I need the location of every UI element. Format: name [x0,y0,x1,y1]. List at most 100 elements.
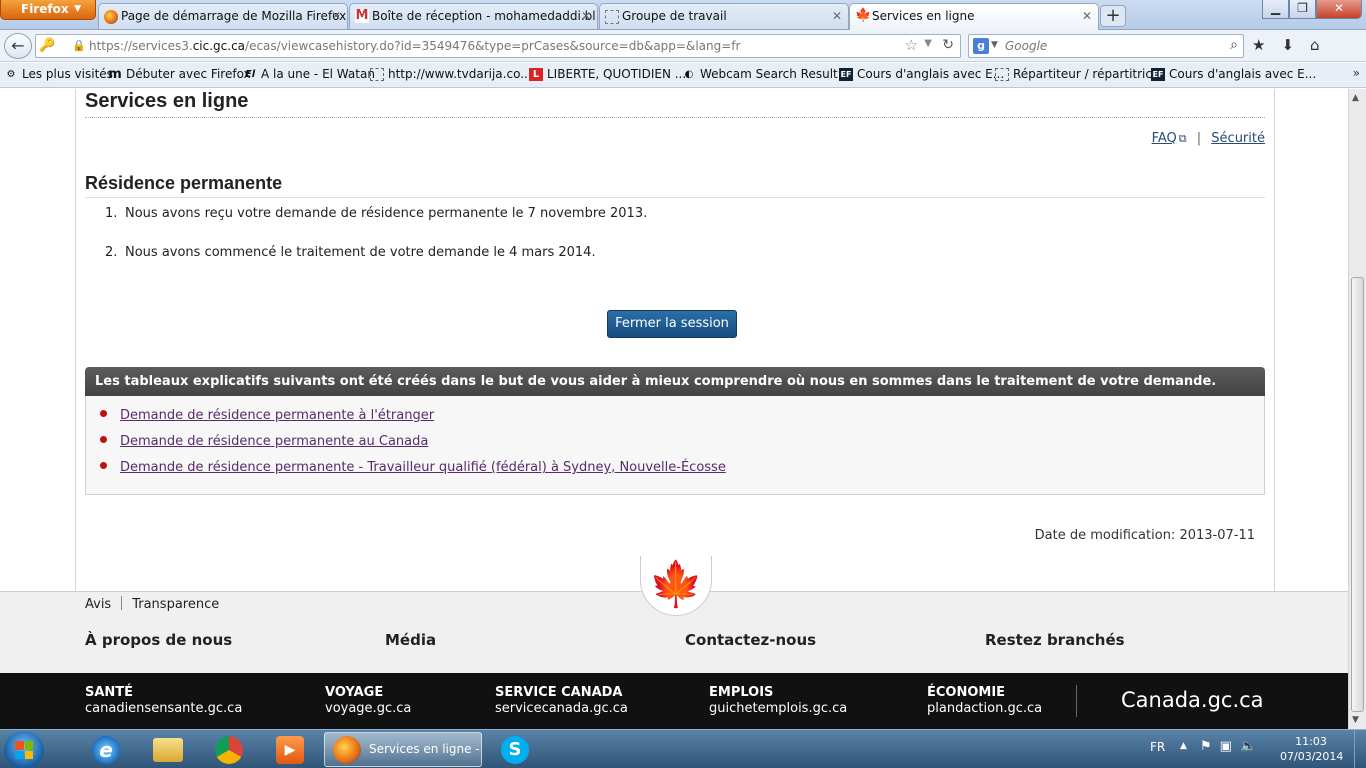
info-panel-header: Les tableaux explicatifs suivants ont ét… [85,367,1265,396]
guide-link-skilled-worker[interactable]: Demande de résidence permanente - Travai… [120,460,726,475]
footer-media-link[interactable]: Média [385,631,436,649]
close-icon[interactable]: ✕ [832,4,842,28]
canada-gc-ca-link[interactable]: Canada.gc.ca [1121,688,1264,712]
windows-taskbar: e ▶ Services en ligne - ... S FR ▲ ⚑▣🔈 1… [0,729,1366,768]
bookmark-item[interactable]: EF Cours d'anglais avec E... [839,67,1004,81]
bookmark-item[interactable]: EF Cours d'anglais avec E... [1151,67,1316,81]
chevron-down-icon[interactable]: ▼ [991,40,998,50]
bookmark-item[interactable]: ◐ Webcam Search Result... [682,67,850,81]
logout-button[interactable]: Fermer la session [607,310,737,338]
security-link[interactable]: Sécurité [1211,131,1265,146]
guide-link-abroad[interactable]: Demande de résidence permanente à l'étra… [120,408,434,423]
tab-firefox-start[interactable]: Page de démarrage de Mozilla Firefox ✕ [98,3,348,29]
new-tab-button[interactable]: + [1100,5,1126,27]
bookmark-item[interactable]: Répartiteur / répartitric... [995,67,1163,81]
scroll-down-icon[interactable]: ▼ [1352,715,1359,725]
scrollbar-thumb[interactable] [1351,277,1364,712]
search-icon[interactable]: ⌕ [1230,37,1238,53]
bookmark-item[interactable]: http://www.tvdarija.co... [370,67,532,81]
bookmark-item[interactable]: El A la une - El Watan [243,67,375,81]
divider [85,117,1265,118]
show-hidden-icons-icon[interactable]: ▲ [1180,741,1187,751]
footer-stay-connected-link[interactable]: Restez branchés [985,631,1125,649]
bookmark-item[interactable]: ⚙ Les plus visités [4,67,113,81]
system-clock[interactable]: 11:03 07/03/2014 [1280,734,1343,764]
bookmarks-toolbar: ⚙ Les plus visités m Débuter avec Firefox … [0,63,1366,88]
government-footer: SANTÉ canadiensensante.gc.ca VOYAGE voyage… [0,673,1348,729]
theme-link-travel[interactable]: VOYAGE voyage.gc.ca [325,685,411,716]
lock-icon: 🔒 [72,39,86,52]
network-icon[interactable]: ▣ [1220,739,1240,754]
tab-label: Services en ligne [872,9,975,23]
maximize-button[interactable]: ❐ [1289,0,1316,19]
theme-link-jobs[interactable]: EMPLOIS guichetemplois.gc.ca [709,685,847,716]
start-button[interactable] [4,731,44,768]
bookmark-star-icon[interactable]: ☆ [905,36,918,54]
downloads-icon[interactable]: ⬇ [1281,36,1294,54]
close-icon[interactable]: ✕ [1082,4,1092,28]
search-bar[interactable]: g ▼ Google ⌕ [968,34,1244,58]
bullet-icon [100,462,107,469]
info-panel: Demande de résidence permanente à l'étra… [85,396,1265,495]
back-button[interactable]: ← [4,33,32,59]
close-icon[interactable]: ✕ [581,4,591,28]
navigation-toolbar: ← 🔑 🔒 https://services3.cic.gc.ca/ecas/v… [0,30,1366,62]
guide-link-canada[interactable]: Demande de résidence permanente au Canad… [120,434,428,449]
home-icon[interactable]: ⌂ [1310,36,1320,54]
taskbar-firefox-window[interactable]: Services en ligne - ... [324,732,482,767]
blank-page-icon [370,68,384,81]
list-item: Demande de résidence permanente à l'étra… [100,408,726,434]
canada-leaf-badge: 🍁 [640,556,712,616]
minimize-button[interactable]: ▁ [1262,0,1289,19]
media-player-icon[interactable]: ▶ [262,733,318,767]
footer-contact-link[interactable]: Contactez-nous [685,631,816,649]
notices-link[interactable]: Avis [85,597,111,612]
volume-icon[interactable]: 🔈 [1240,739,1264,754]
show-desktop-button[interactable] [1354,730,1366,768]
chevron-down-icon: ▼ [74,4,81,14]
firefox-menu-button[interactable]: Firefox ▼ [0,0,96,20]
chrome-icon[interactable] [201,733,257,767]
file-explorer-icon[interactable] [140,733,196,767]
separator: | [1196,131,1202,146]
bookmark-item[interactable]: m Débuter avec Firefox [108,67,250,81]
window-close-button[interactable]: ✕ [1316,0,1362,19]
gmail-icon: M [355,8,369,23]
scroll-up-icon[interactable]: ▲ [1352,93,1359,103]
footer-about-link[interactable]: À propos de nous [85,631,232,649]
bullet-icon [100,436,107,443]
separator [121,596,123,610]
skype-icon[interactable]: S [487,733,543,767]
google-icon[interactable]: g [973,38,989,54]
bookmark-item[interactable]: L LIBERTE, QUOTIDIEN ... [529,67,686,81]
transparency-link[interactable]: Transparence [132,597,219,612]
bookmarks-menu-icon[interactable]: ★ [1252,36,1265,54]
theme-link-health[interactable]: SANTÉ canadiensensante.gc.ca [85,685,242,716]
close-icon[interactable]: ✕ [331,4,341,28]
faq-link[interactable]: FAQ [1152,131,1177,146]
history-dropdown-icon[interactable]: ▼ [924,38,932,49]
tab-services-en-ligne[interactable]: 🍁 Services en ligne ✕ [849,3,1099,31]
page-viewport: Services en ligne FAQ ⧉ | Sécurité Réside… [0,89,1348,729]
tab-groupe[interactable]: Groupe de travail ✕ [599,3,849,29]
reload-icon[interactable]: ↻ [942,37,954,53]
firefox-icon [333,736,361,764]
liberte-icon: L [529,68,543,81]
key-icon: 🔑 [39,38,56,53]
footer-small-links: Avis Transparence [85,596,219,612]
bookmarks-overflow-button[interactable]: » [1353,66,1360,80]
gear-icon: ⚙ [6,69,16,80]
tab-strip: Firefox ▼ Page de démarrage de Mozilla F… [0,0,1366,31]
action-center-flag-icon[interactable]: ⚑ [1200,739,1220,754]
case-status-list: 1. Nous avons reçu votre demande de résid… [105,206,647,284]
internet-explorer-icon[interactable]: e [78,733,134,767]
theme-link-economy[interactable]: ÉCONOMIE plandaction.gc.ca [927,685,1042,716]
divider [85,197,1265,198]
address-bar[interactable]: 🔑 🔒 https://services3.cic.gc.ca/ecas/vie… [35,34,961,58]
page-scrollbar[interactable]: ▲ ▼ [1348,89,1366,729]
tab-gmail[interactable]: M Boîte de réception - mohamedaddi.bl...… [349,3,598,29]
theme-link-service-canada[interactable]: SERVICE CANADA servicecanada.gc.ca [495,685,628,716]
list-item: 1. Nous avons reçu votre demande de résid… [105,206,648,221]
language-indicator[interactable]: FR [1150,740,1165,754]
section-title: Résidence permanente [85,173,283,193]
